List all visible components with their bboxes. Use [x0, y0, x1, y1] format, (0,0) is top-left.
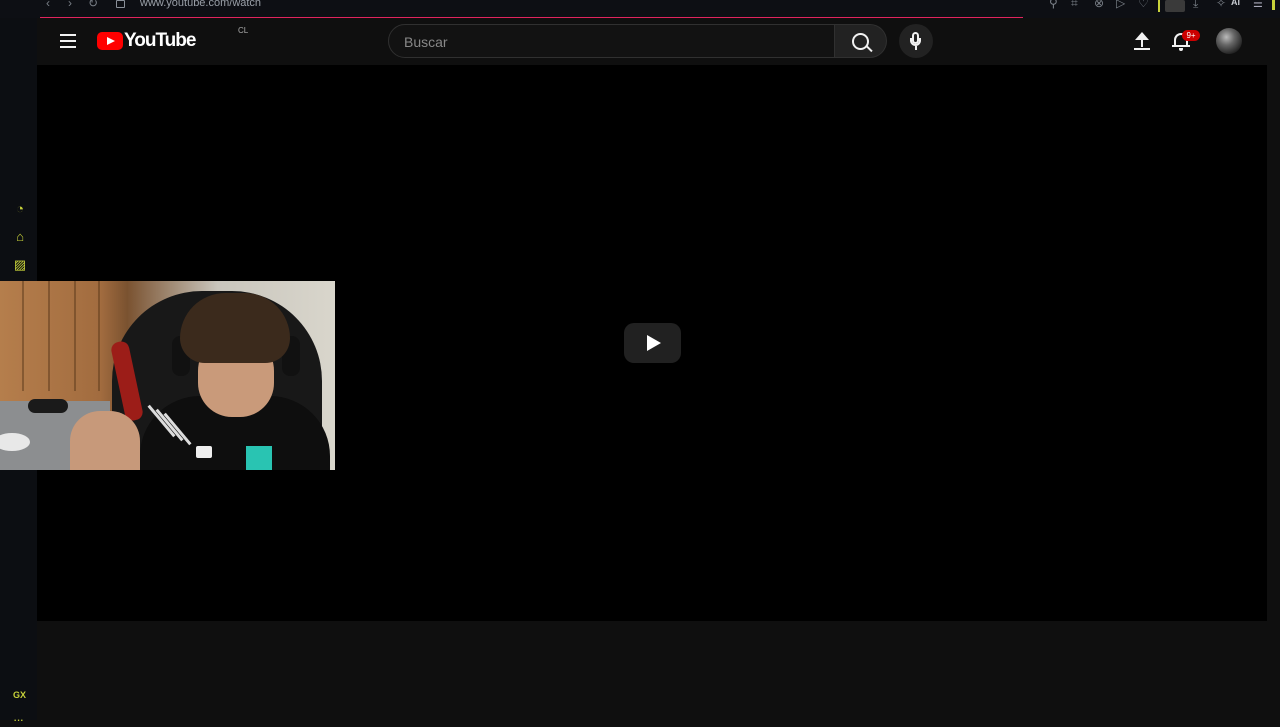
notification-badge: 9+ [1182, 30, 1200, 41]
pin-icon[interactable]: ⚲ [1049, 0, 1058, 10]
accent-divider [1158, 0, 1160, 12]
below-player-area [37, 621, 1280, 720]
heart-icon[interactable]: ♡ [1138, 0, 1149, 10]
back-icon[interactable]: ‹ [46, 0, 50, 10]
search-icon [852, 33, 869, 50]
address-bar-url[interactable]: www.youtube.com/watch [140, 0, 261, 10]
gx-corner-label[interactable]: GX [13, 690, 26, 700]
menu-icon[interactable] [60, 34, 76, 48]
youtube-header: YouTube CL 9+ [37, 18, 1280, 65]
speedometer-icon[interactable]: ◔ [12, 202, 28, 216]
upload-button[interactable] [1131, 30, 1153, 52]
lock-icon [116, 0, 125, 8]
search-button[interactable] [835, 24, 887, 58]
youtube-logo-text: YouTube [124, 30, 196, 51]
search-box [388, 24, 835, 59]
play-button[interactable] [624, 323, 681, 363]
browser-profile-avatar[interactable] [1165, 0, 1185, 12]
snapshot-icon[interactable]: ⌗ [1071, 0, 1078, 10]
reload-icon[interactable]: ↻ [88, 0, 98, 10]
broom-icon[interactable]: ⌂ [12, 230, 28, 244]
download-icon[interactable]: ⤓ [1193, 0, 1198, 10]
browser-toolbar: ‹ › ↻ www.youtube.com/watch ⚲ ⌗ ⊗ ▷ ♡ ⤓ … [0, 0, 1280, 19]
voice-search-button[interactable] [899, 24, 933, 58]
browser-menu-icon[interactable]: ☰ [1253, 0, 1263, 10]
webcam-overlay [0, 281, 335, 470]
ai-sparkle-icon[interactable]: ✧ [1216, 0, 1226, 10]
shield-icon[interactable]: ⊗ [1094, 0, 1104, 10]
ai-label[interactable]: AI [1231, 0, 1240, 7]
youtube-play-logo-icon [97, 32, 123, 50]
country-code: CL [238, 26, 249, 35]
account-avatar[interactable] [1216, 28, 1242, 54]
forward-icon[interactable]: › [68, 0, 72, 10]
play-icon [647, 335, 661, 351]
player-icon[interactable]: ▷ [1116, 0, 1125, 10]
search-input[interactable] [402, 25, 826, 59]
accent-edge [1272, 0, 1275, 10]
pattern-icon[interactable]: ▨ [12, 258, 28, 272]
adidas-logo [196, 446, 212, 458]
